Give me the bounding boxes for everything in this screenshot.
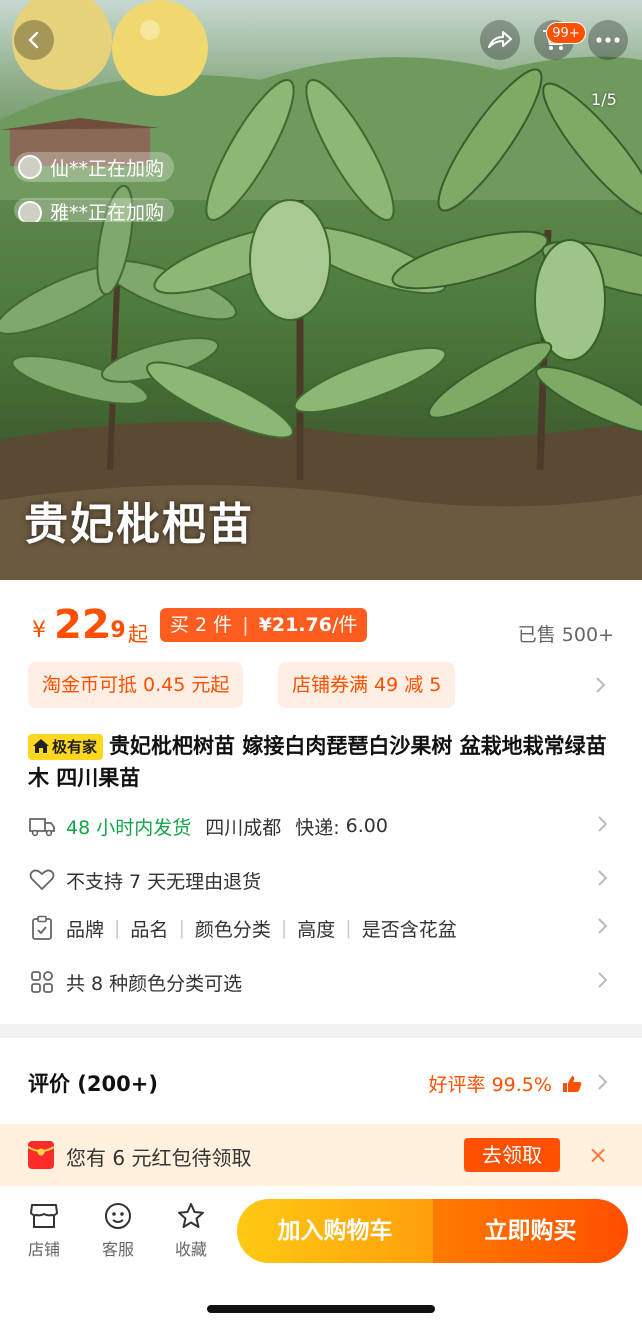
- avatar: [18, 155, 42, 179]
- close-icon[interactable]: ×: [588, 1142, 608, 1168]
- shop-label: 店铺: [27, 1240, 60, 1259]
- customer-service-button[interactable]: 客服: [88, 1200, 148, 1260]
- store-coupon-tag[interactable]: 店铺券满 49 减 5: [278, 662, 456, 708]
- coin-discount-tag[interactable]: 淘金币可抵 0.45 元起: [28, 662, 244, 708]
- price-currency: ¥: [32, 618, 46, 643]
- chevron-right-icon: [598, 816, 608, 832]
- image-caption: 贵妃枇杷苗: [24, 499, 254, 550]
- param-label: 颜色分类: [194, 918, 271, 941]
- home-icon: [33, 739, 49, 753]
- home-indicator: [207, 1305, 435, 1313]
- chevron-right-icon: [598, 870, 608, 886]
- returns-row[interactable]: 不支持 7 天无理由退货: [0, 854, 642, 906]
- chevron-right-icon: [598, 972, 608, 988]
- price-section: ¥ 22 .9 起 买 2 件 | ¥21.76/件 已售 500+: [0, 580, 642, 660]
- shipping-row[interactable]: 48 小时内发货 四川成都 快递: 6.00: [0, 800, 642, 852]
- param-label: 高度: [297, 918, 336, 941]
- multi-buy-price: ¥21.76: [258, 614, 332, 636]
- more-dots-icon: [596, 37, 620, 43]
- chat-face-icon: [88, 1200, 148, 1232]
- back-button[interactable]: [14, 20, 54, 60]
- brand-badge-label: 极有家: [52, 738, 98, 756]
- star-icon: [161, 1200, 221, 1232]
- positive-rate-text: 好评率 99.5%: [428, 1074, 552, 1096]
- buyer-activity-text: 仙**正在加购: [50, 157, 165, 180]
- param-label: 品牌: [66, 918, 105, 941]
- product-image-gallery[interactable]: 99+ 1/5 仙**正在加购 雅**正在加购 贵妃枇杷苗: [0, 0, 642, 580]
- buy-now-button[interactable]: 立即购买: [433, 1199, 628, 1263]
- product-title-text: 贵妃枇杷树苗 嫁接白肉琵琶白沙果树 盆栽地栽常绿苗木 四川果苗: [28, 734, 607, 790]
- truck-icon: [28, 812, 56, 840]
- buyer-activity-pill: 仙**正在加购: [14, 152, 175, 182]
- chevron-right-icon[interactable]: [594, 676, 606, 694]
- variants-row[interactable]: 共 8 种颜色分类可选: [0, 956, 642, 1008]
- service-label: 客服: [101, 1240, 134, 1259]
- price-decimal: .9: [102, 618, 126, 643]
- price-suffix: 起: [128, 622, 148, 646]
- product-title: 极有家 贵妃枇杷树苗 嫁接白肉琵琶白沙果树 盆栽地栽常绿苗木 四川果苗: [28, 730, 618, 794]
- share-icon: [488, 31, 512, 48]
- delivery-time: 48 小时内发货: [66, 816, 192, 839]
- section-divider: [0, 1024, 642, 1038]
- buyer-activity-text: 雅**正在加购: [50, 202, 165, 222]
- share-button[interactable]: [480, 20, 520, 60]
- add-to-cart-button[interactable]: 加入购物车: [237, 1199, 433, 1263]
- claim-button[interactable]: 去领取: [464, 1138, 560, 1172]
- favorite-label: 收藏: [174, 1240, 207, 1259]
- red-packet-icon: [27, 1141, 55, 1169]
- red-packet-banner: 您有 6 元红包待领取 去领取 ×: [0, 1124, 642, 1186]
- sold-count: 已售 500+: [517, 624, 614, 646]
- chevron-left-icon: [28, 31, 39, 49]
- positive-rate: 好评率 99.5%: [429, 1070, 582, 1097]
- favorite-button[interactable]: 收藏: [161, 1200, 221, 1260]
- chevron-right-icon: [598, 1074, 608, 1090]
- image-page-indicator: 1/5: [591, 90, 617, 109]
- grid-icon: [28, 968, 56, 996]
- more-button[interactable]: [588, 20, 628, 60]
- param-label: 品名: [130, 918, 169, 941]
- multi-buy-tag: 买 2 件 | ¥21.76/件: [160, 608, 368, 642]
- reviews-title: 评价 (200+): [28, 1072, 158, 1096]
- ship-origin: 四川成都: [205, 816, 282, 839]
- store-icon: [14, 1200, 74, 1232]
- returns-policy: 不支持 7 天无理由退货: [66, 870, 262, 893]
- shipping-fee: 6.00: [345, 815, 388, 837]
- thumbs-up-icon: [563, 1076, 582, 1092]
- multi-buy-unit: /件: [332, 614, 358, 636]
- variants-count: 共 8 种颜色分类可选: [66, 972, 243, 995]
- params-row[interactable]: 品牌 | 品名 | 颜色分类 | 高度 | 是否含花盆: [0, 902, 642, 954]
- param-label: 是否含花盆: [361, 918, 457, 941]
- clipboard-icon: [28, 914, 56, 942]
- red-packet-text: 您有 6 元红包待领取: [66, 1146, 252, 1170]
- shipping-fee-label: 快递:: [295, 816, 340, 839]
- shop-button[interactable]: 店铺: [14, 1200, 74, 1260]
- cart-count-badge: 99+: [546, 22, 586, 44]
- brand-badge: 极有家: [28, 734, 104, 760]
- reviews-row[interactable]: 评价 (200+) 好评率 99.5%: [0, 1050, 642, 1114]
- multi-buy-qty: 买 2 件: [170, 614, 233, 636]
- heart-icon: [28, 866, 56, 894]
- avatar: [18, 201, 42, 222]
- buyer-activity-pill: 雅**正在加购: [14, 198, 175, 222]
- chevron-right-icon: [598, 918, 608, 934]
